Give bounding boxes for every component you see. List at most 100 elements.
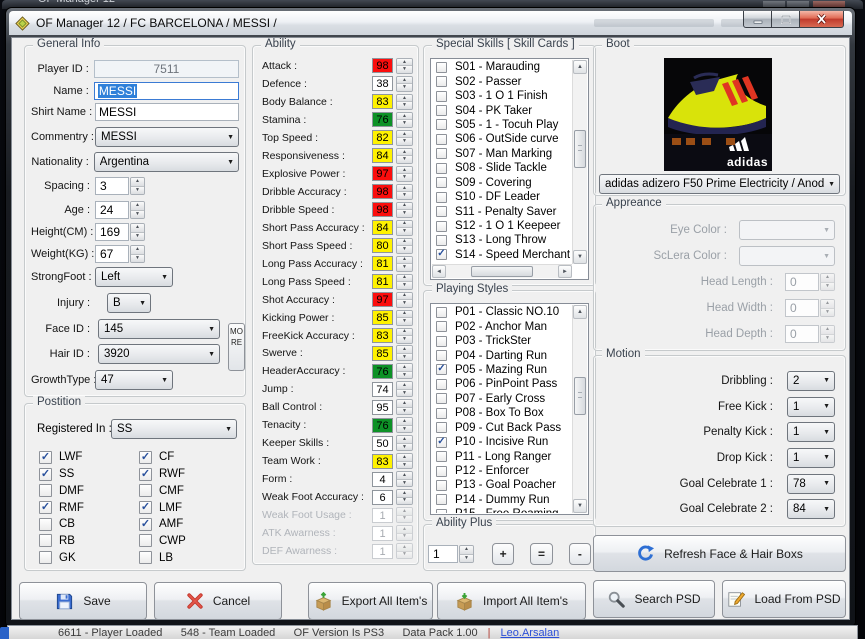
ability-value[interactable]: 85 xyxy=(372,310,393,326)
checkbox[interactable] xyxy=(436,105,447,117)
ability-stepper[interactable] xyxy=(396,165,413,182)
checkbox[interactable] xyxy=(39,467,52,481)
maximize-button[interactable] xyxy=(772,11,800,28)
spinner-arrows[interactable] xyxy=(130,177,145,195)
ability-value[interactable]: 76 xyxy=(372,363,393,379)
refresh-face-hair-button[interactable]: Refresh Face & Hair Boxs xyxy=(593,535,846,572)
checkbox[interactable] xyxy=(436,407,447,419)
ability-stepper[interactable] xyxy=(396,255,413,272)
commentry-select[interactable]: MESSI xyxy=(95,127,239,147)
hair-id-select[interactable]: 3920 xyxy=(98,344,220,364)
nationality-select[interactable]: Argentina xyxy=(93,152,239,172)
ability-stepper[interactable] xyxy=(396,111,413,128)
skill-item[interactable]: S10 - DF Leader xyxy=(432,190,572,204)
scrollbar-thumb[interactable] xyxy=(574,376,586,415)
skill-item[interactable]: S04 - PK Taker xyxy=(432,103,572,117)
ability-value[interactable]: 84 xyxy=(372,220,393,236)
ability-stepper[interactable] xyxy=(396,417,413,434)
ability-stepper[interactable] xyxy=(396,381,413,398)
age-stepper[interactable]: 24 xyxy=(95,201,145,219)
registered-in-select[interactable]: SS xyxy=(111,419,237,439)
growth-type-select[interactable]: 47 xyxy=(95,370,173,390)
ability-stepper[interactable] xyxy=(396,435,413,452)
style-item[interactable]: P02 - Anchor Man xyxy=(432,319,572,333)
vertical-scrollbar[interactable] xyxy=(572,60,587,264)
ability-value[interactable]: 84 xyxy=(372,148,393,164)
motion-select[interactable]: 84 xyxy=(787,499,835,520)
scroll-down-icon[interactable] xyxy=(573,250,587,264)
ability-stepper[interactable] xyxy=(396,399,413,416)
checkbox[interactable] xyxy=(436,306,447,318)
skill-item[interactable]: S02 - Passer xyxy=(432,74,572,88)
position-checkbox-row[interactable]: SS xyxy=(39,466,139,483)
checkbox[interactable] xyxy=(436,321,447,333)
checkbox[interactable] xyxy=(436,61,447,73)
checkbox[interactable] xyxy=(436,119,447,131)
checkbox[interactable] xyxy=(436,436,447,448)
position-checkbox-row[interactable]: LB xyxy=(139,549,239,566)
scrollbar-track[interactable] xyxy=(446,265,558,278)
spinner-arrows[interactable] xyxy=(459,545,474,563)
motion-select[interactable]: 1 xyxy=(787,396,835,417)
motion-select[interactable]: 78 xyxy=(787,473,835,494)
scrollbar-track[interactable] xyxy=(573,319,587,499)
position-checkbox-row[interactable]: CB xyxy=(39,516,139,533)
ability-stepper[interactable] xyxy=(396,309,413,326)
checkbox[interactable] xyxy=(436,234,447,246)
ability-stepper[interactable] xyxy=(396,525,413,542)
skill-item[interactable]: S07 - Man Marking xyxy=(432,147,572,161)
checkbox[interactable] xyxy=(139,484,152,498)
ability-value[interactable]: 76 xyxy=(372,112,393,128)
ability-value[interactable]: 98 xyxy=(372,184,393,200)
ability-stepper[interactable] xyxy=(396,219,413,236)
checkbox[interactable] xyxy=(39,450,52,464)
spinner-arrows[interactable] xyxy=(130,201,145,219)
load-from-psd-button[interactable]: Load From PSD xyxy=(722,580,846,618)
style-item[interactable]: P14 - Dummy Run xyxy=(432,493,572,507)
ability-value[interactable]: 81 xyxy=(372,274,393,290)
checkbox[interactable] xyxy=(139,517,152,531)
name-input[interactable]: MESSI xyxy=(93,82,239,100)
equals-button[interactable]: = xyxy=(530,543,553,565)
checkbox[interactable] xyxy=(139,534,152,548)
scroll-up-icon[interactable] xyxy=(573,60,587,74)
ability-stepper[interactable] xyxy=(396,201,413,218)
ability-value[interactable]: 1 xyxy=(372,525,393,541)
boot-select[interactable]: adidas adizero F50 Prime Electricity / A… xyxy=(599,174,840,194)
search-psd-button[interactable]: Search PSD xyxy=(593,580,715,618)
ability-stepper[interactable] xyxy=(396,345,413,362)
style-item[interactable]: P10 - Incisive Run xyxy=(432,435,572,449)
skill-item[interactable]: S03 - 1 O 1 Finish xyxy=(432,89,572,103)
scroll-right-icon[interactable] xyxy=(558,265,572,278)
ability-value[interactable]: 1 xyxy=(372,507,393,523)
skill-item[interactable]: S01 - Marauding xyxy=(432,60,572,74)
ability-stepper[interactable] xyxy=(396,507,413,524)
ability-value[interactable]: 76 xyxy=(372,417,393,433)
style-item[interactable]: P15 - Free Roaming xyxy=(432,507,572,513)
checkbox[interactable] xyxy=(39,501,52,515)
ability-value[interactable]: 4 xyxy=(372,471,393,487)
motion-select[interactable]: 1 xyxy=(787,422,835,443)
position-checkbox-row[interactable]: LWF xyxy=(39,449,139,466)
ability-value[interactable]: 98 xyxy=(372,58,393,74)
ability-value[interactable]: 74 xyxy=(372,381,393,397)
checkbox[interactable] xyxy=(436,148,447,160)
skill-item[interactable]: S05 - 1 - Tocuh Play xyxy=(432,118,572,132)
vertical-scrollbar[interactable] xyxy=(572,305,587,513)
ability-value[interactable]: 97 xyxy=(372,166,393,182)
author-link[interactable]: Leo.Arsalan xyxy=(501,627,560,639)
save-button[interactable]: Save xyxy=(19,582,147,620)
checkbox[interactable] xyxy=(139,467,152,481)
checkbox[interactable] xyxy=(436,335,447,347)
ability-value[interactable]: 83 xyxy=(372,453,393,469)
style-item[interactable]: P13 - Goal Poacher xyxy=(432,478,572,492)
position-checkbox-row[interactable]: DMF xyxy=(39,482,139,499)
style-item[interactable]: P03 - TrickSter xyxy=(432,334,572,348)
more-button[interactable]: MORE xyxy=(228,323,245,371)
checkbox[interactable] xyxy=(39,517,52,531)
skill-item[interactable]: S12 - 1 O 1 Keepeer xyxy=(432,219,572,233)
ability-value[interactable]: 97 xyxy=(372,292,393,308)
ability-stepper[interactable] xyxy=(396,273,413,290)
ability-stepper[interactable] xyxy=(396,57,413,74)
skill-item[interactable]: S11 - Penalty Saver xyxy=(432,204,572,218)
